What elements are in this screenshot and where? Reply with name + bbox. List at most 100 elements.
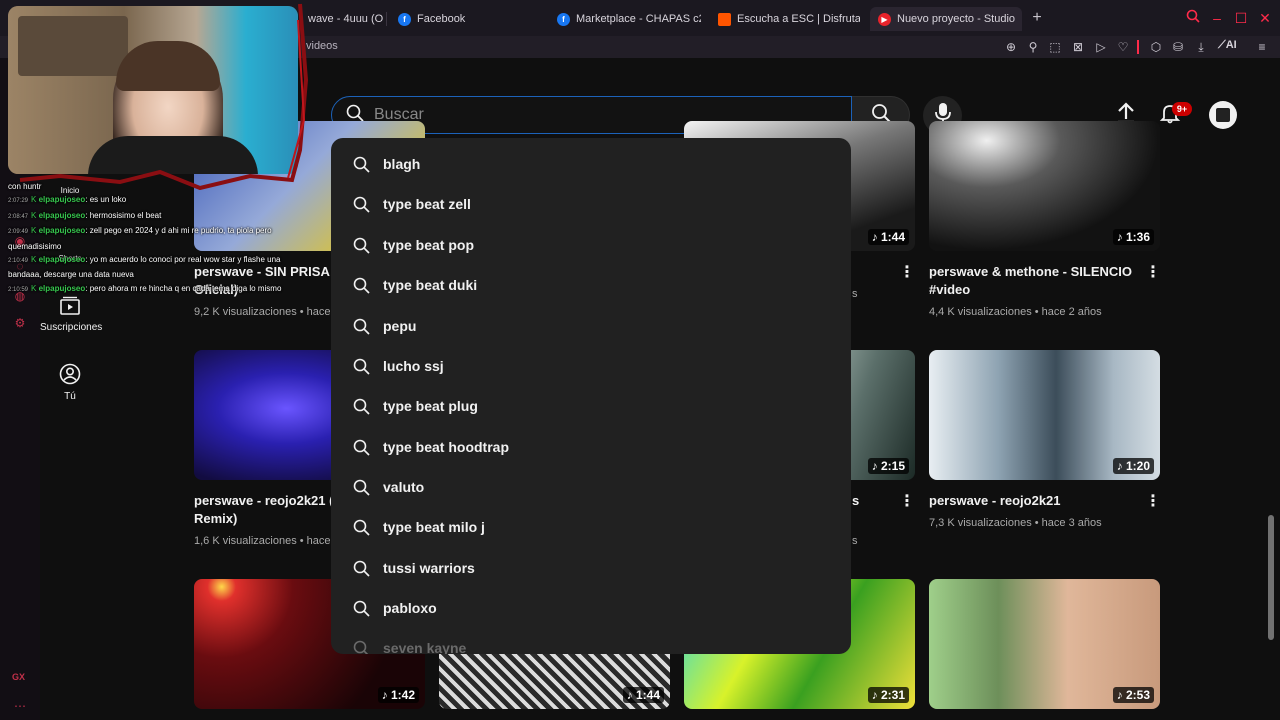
- duration-text: 1:44: [635, 688, 660, 702]
- browser-tab-active[interactable]: ▶ Nuevo proyecto - Studio: [870, 7, 1022, 31]
- close-icon[interactable]: ✕: [1255, 8, 1275, 28]
- duration-text: 2:15: [880, 459, 905, 473]
- gx-logo[interactable]: GX: [12, 672, 25, 682]
- aria-ai-button[interactable]: ⟋AI: [1218, 39, 1237, 52]
- suggestion-item[interactable]: pabloxo: [331, 588, 851, 628]
- duration-badge: ♪ 2:53: [1112, 687, 1154, 703]
- youtube-studio-icon: ▶: [878, 12, 891, 26]
- chat-username: elpapujoseo: [38, 195, 86, 205]
- pin-icon[interactable]: ⚲: [1025, 39, 1041, 55]
- browser-tab[interactable]: wave - 4uuu (O: [300, 7, 384, 31]
- chat-text: : pero ahora m re hincha q en cada tema …: [85, 283, 282, 293]
- tab-label: Escucha a ESC | Disfruta: [737, 13, 860, 25]
- address-text: videos: [306, 40, 338, 52]
- tab-label: Nuevo proyecto - Studio: [897, 13, 1016, 25]
- search-suggestions-dropdown: blagh type beat zell type beat pop type bea…: [331, 138, 851, 654]
- chat-text: con huntr: [8, 182, 42, 191]
- suggestion-text: type beat milo j: [383, 519, 485, 535]
- browser-tab[interactable]: Escucha a ESC | Disfruta: [710, 7, 860, 31]
- toolbar-divider: [1137, 40, 1139, 54]
- ai-glyph: ⟋: [1218, 39, 1226, 51]
- suggestion-text: type beat plug: [383, 398, 478, 414]
- video-title-line: perswave - reojo2k21: [929, 493, 1061, 508]
- search-icon: [353, 560, 370, 577]
- search-icon: [353, 196, 370, 213]
- video-title-line: perswave & methone - SILENCIO: [929, 264, 1132, 279]
- suggestion-text: type beat pop: [383, 237, 475, 253]
- chat-message: con huntr: [8, 180, 308, 193]
- new-tab-icon[interactable]: +: [1029, 10, 1045, 26]
- search-icon: [353, 237, 370, 254]
- adblock-icon[interactable]: ⊠: [1070, 39, 1086, 55]
- page-scrollbar[interactable]: [1268, 515, 1274, 640]
- more-options-icon[interactable]: ⋮: [1145, 263, 1161, 283]
- suggestion-item[interactable]: blagh: [331, 144, 851, 184]
- suggestion-item[interactable]: tussi warriors: [331, 548, 851, 588]
- video-title[interactable]: perswave & methone - SILENCIO #video: [929, 263, 1144, 299]
- suggestion-item[interactable]: type beat plug: [331, 386, 851, 426]
- zoom-icon[interactable]: ⊕: [1003, 39, 1019, 55]
- facebook-icon: f: [398, 12, 411, 26]
- video-thumbnail[interactable]: ♪ 2:53: [929, 579, 1160, 709]
- stream-chat-overlay: con huntr 2:07:29 K elpapujoseo: es un lok…: [8, 180, 308, 297]
- suggestion-item[interactable]: type beat pop: [331, 225, 851, 265]
- suggestion-item[interactable]: type beat zell: [331, 184, 851, 224]
- more-options-icon[interactable]: ⋮: [899, 492, 915, 512]
- video-thumbnail[interactable]: ♪ 1:36: [929, 121, 1160, 251]
- sidebar-item-subscriptions[interactable]: Suscripciones: [40, 296, 102, 333]
- soundcloud-icon: [718, 12, 731, 26]
- settings-icon[interactable]: ⚙: [12, 315, 28, 331]
- suggestion-text: pabloxo: [383, 600, 437, 616]
- duration-badge: ♪ 1:42: [377, 687, 419, 703]
- video-thumbnail[interactable]: ♪ 1:20: [929, 350, 1160, 480]
- extensions-icon[interactable]: ⬡: [1148, 39, 1164, 55]
- more-icon[interactable]: ⋯: [12, 698, 28, 714]
- menu-icon[interactable]: ≡: [1254, 39, 1270, 55]
- suggestion-text: blagh: [383, 156, 421, 172]
- suggestion-item[interactable]: type beat milo j: [331, 507, 851, 547]
- suggestion-item[interactable]: type beat duki: [331, 265, 851, 305]
- chat-username: elpapujoseo: [38, 210, 86, 220]
- avatar-image: [1216, 108, 1230, 122]
- suggestion-text: seven kayne: [383, 640, 467, 654]
- duration-text: 1:44: [880, 230, 905, 244]
- suggestion-item[interactable]: type beat hoodtrap: [331, 427, 851, 467]
- suggestion-item[interactable]: seven kayne: [331, 628, 851, 654]
- suggestion-item[interactable]: pepu: [331, 306, 851, 346]
- browser-tab[interactable]: f Facebook: [390, 7, 540, 31]
- suggestion-text: type beat duki: [383, 277, 478, 293]
- chat-username: elpapujoseo: [38, 226, 86, 236]
- chat-timestamp: 2:09:49: [8, 229, 29, 236]
- heart-icon[interactable]: ♡: [1115, 39, 1131, 55]
- search-icon: [353, 439, 370, 456]
- more-options-icon[interactable]: ⋮: [899, 263, 915, 283]
- search-icon: [353, 398, 370, 415]
- browser-tab[interactable]: f Marketplace - CHAPAS c2: [549, 7, 701, 31]
- chat-timestamp: 2:10:49: [8, 258, 29, 265]
- suggestion-text: tussi warriors: [383, 560, 475, 576]
- video-meta: 7,3 K visualizaciones • hace 3 años: [929, 517, 1102, 529]
- chat-text: : es un loko: [85, 195, 127, 205]
- chat-text: : hermosisimo el beat: [85, 210, 162, 220]
- video-meta: 9,2 K visualizaciones • hace: [194, 306, 331, 318]
- badge-icon: K: [31, 226, 39, 236]
- badge-icon: K: [31, 210, 39, 220]
- duration-badge: ♪ 1:44: [867, 229, 909, 245]
- suggestion-item[interactable]: lucho ssj: [331, 346, 851, 386]
- suggestion-item[interactable]: valuto: [331, 467, 851, 507]
- sidebar-item-label: Tú: [64, 391, 76, 402]
- duration-text: 2:53: [1125, 688, 1150, 702]
- maximize-icon[interactable]: ☐: [1231, 8, 1251, 28]
- search-tabs-icon[interactable]: [1183, 8, 1203, 28]
- webcam-overlay: [8, 6, 298, 174]
- more-options-icon[interactable]: ⋮: [1145, 492, 1161, 512]
- screenshot-icon[interactable]: ⬚: [1047, 39, 1063, 55]
- wallet-icon[interactable]: ⛁: [1170, 39, 1186, 55]
- video-title[interactable]: perswave - reojo2k21: [929, 492, 1144, 510]
- minimize-icon[interactable]: –: [1207, 8, 1227, 28]
- download-icon[interactable]: ⤓: [1193, 39, 1209, 55]
- sidebar-item-you[interactable]: Tú: [40, 363, 100, 402]
- play-icon[interactable]: ▷: [1093, 39, 1109, 55]
- chat-message: 2:08:47 K elpapujoseo: hermosisimo el bea…: [8, 209, 308, 224]
- avatar[interactable]: [1209, 101, 1237, 129]
